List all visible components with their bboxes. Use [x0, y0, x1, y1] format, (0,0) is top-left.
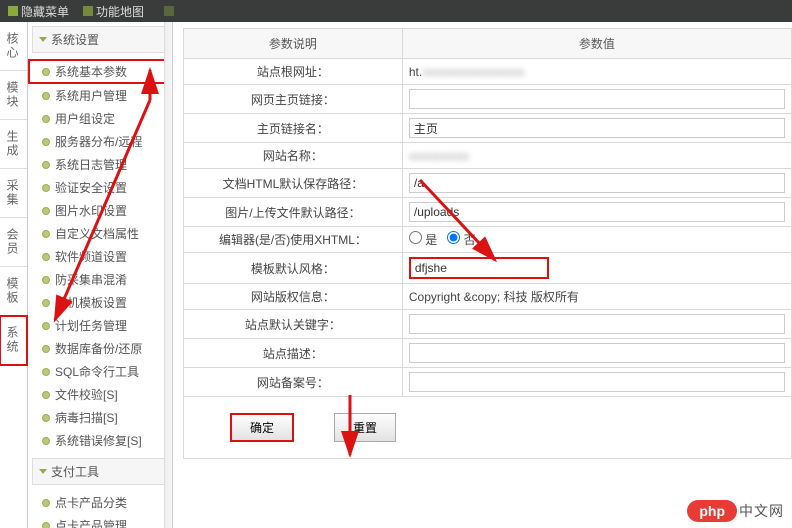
scrollbar[interactable]	[164, 22, 172, 528]
col-desc: 参数说明	[184, 29, 403, 59]
sidebar-item-anticrawl[interactable]: 防采集串混淆	[28, 268, 172, 291]
vertical-tabs: 核心 模块 生成 采集 会员 模板 系统	[0, 22, 28, 528]
sidebar-item-virus[interactable]: 病毒扫描[S]	[28, 406, 172, 429]
field-html-path[interactable]	[409, 173, 785, 193]
row-label: 编辑器(是/否)使用XHTML：	[184, 227, 403, 253]
sidebar-item-groups[interactable]: 用户组设定	[28, 107, 172, 130]
sidebar-item-watermark[interactable]: 图片水印设置	[28, 199, 172, 222]
grid-icon	[83, 6, 93, 16]
sidebar: 系统设置 系统基本参数 系统用户管理 用户组设定 服务器分布/远程 系统日志管理…	[28, 22, 173, 528]
field-upload-path[interactable]	[409, 202, 785, 222]
php-cn-logo: php 中文网	[687, 500, 784, 522]
field-template-style[interactable]	[409, 257, 549, 279]
field-icp[interactable]	[409, 372, 785, 392]
field-homepage-link[interactable]	[409, 89, 785, 109]
sidebar-item-cron[interactable]: 计划任务管理	[28, 314, 172, 337]
vtab-member[interactable]: 会员	[0, 218, 27, 267]
sidebar-item-basic-params[interactable]: 系统基本参数	[28, 59, 172, 84]
sidebar-group-system[interactable]: 系统设置	[32, 26, 168, 53]
php-badge: php	[687, 500, 737, 522]
sidebar-group-payment[interactable]: 支付工具	[32, 458, 168, 485]
sitemap-button[interactable]: 功能地图	[83, 3, 144, 20]
field-site-url[interactable]: ht.xxxxxxxxxxxxxxxxx	[409, 65, 524, 79]
row-label: 网页主页链接：	[184, 85, 403, 114]
sidebar-group-label: 系统设置	[51, 31, 99, 48]
vtab-core[interactable]: 核心	[0, 22, 27, 71]
vtab-module[interactable]: 模块	[0, 71, 27, 120]
field-homepage-name[interactable]	[409, 118, 785, 138]
field-copyright[interactable]: Copyright &copy; 科技 版权所有	[409, 290, 579, 304]
sidebar-group-label: 支付工具	[51, 463, 99, 480]
params-table: 参数说明 参数值 站点根网址： ht.xxxxxxxxxxxxxxxxx 网页主…	[183, 28, 792, 459]
vtab-collect[interactable]: 采集	[0, 169, 27, 218]
sidebar-item-syslog[interactable]: 系统日志管理	[28, 153, 172, 176]
sidebar-item-server-dist[interactable]: 服务器分布/远程	[28, 130, 172, 153]
sidebar-item-card-cat[interactable]: 点卡产品分类	[28, 491, 172, 514]
sidebar-item-sysfix[interactable]: 系统错误修复[S]	[28, 429, 172, 452]
sidebar-item-db-backup[interactable]: 数据库备份/还原	[28, 337, 172, 360]
sitemap-label: 功能地图	[96, 3, 144, 20]
sidebar-item-sql[interactable]: SQL命令行工具	[28, 360, 172, 383]
sidebar-item-card-mgr[interactable]: 点卡产品管理	[28, 514, 172, 528]
row-label: 图片/上传文件默认路径：	[184, 198, 403, 227]
row-label: 网站备案号：	[184, 368, 403, 397]
menu-icon	[8, 6, 18, 16]
sidebar-item-software[interactable]: 软件频道设置	[28, 245, 172, 268]
col-val: 参数值	[402, 29, 791, 59]
sidebar-item-random-tpl[interactable]: 随机模板设置	[28, 291, 172, 314]
hide-menu-button[interactable]: 隐藏菜单	[8, 3, 69, 20]
radio-yes[interactable]: 是	[409, 231, 437, 248]
php-cn-text: 中文网	[739, 501, 784, 521]
row-label: 网站名称：	[184, 143, 403, 169]
row-label: 站点根网址：	[184, 59, 403, 85]
sidebar-item-filecheck[interactable]: 文件校验[S]	[28, 383, 172, 406]
sidebar-item-users[interactable]: 系统用户管理	[28, 84, 172, 107]
refresh-icon[interactable]	[164, 6, 174, 16]
row-label: 文档HTML默认保存路径：	[184, 169, 403, 198]
field-site-name[interactable]: xxxxxxxxxx	[409, 149, 469, 163]
radio-no[interactable]: 否	[447, 231, 475, 248]
ok-button[interactable]: 确定	[230, 413, 294, 442]
row-label: 网站版权信息：	[184, 284, 403, 310]
row-label: 站点描述：	[184, 339, 403, 368]
row-label: 模板默认风格：	[184, 253, 403, 284]
vtab-template[interactable]: 模板	[0, 267, 27, 316]
row-label: 站点默认关键字：	[184, 310, 403, 339]
field-keywords[interactable]	[409, 314, 785, 334]
sidebar-item-custom-attr[interactable]: 自定义文档属性	[28, 222, 172, 245]
main-panel: 参数说明 参数值 站点根网址： ht.xxxxxxxxxxxxxxxxx 网页主…	[173, 22, 792, 528]
vtab-system[interactable]: 系统	[0, 316, 27, 365]
hide-menu-label: 隐藏菜单	[21, 3, 69, 20]
reset-button[interactable]: 重置	[334, 413, 396, 442]
row-label: 主页链接名：	[184, 114, 403, 143]
vtab-generate[interactable]: 生成	[0, 120, 27, 169]
field-description[interactable]	[409, 343, 785, 363]
sidebar-item-security[interactable]: 验证安全设置	[28, 176, 172, 199]
